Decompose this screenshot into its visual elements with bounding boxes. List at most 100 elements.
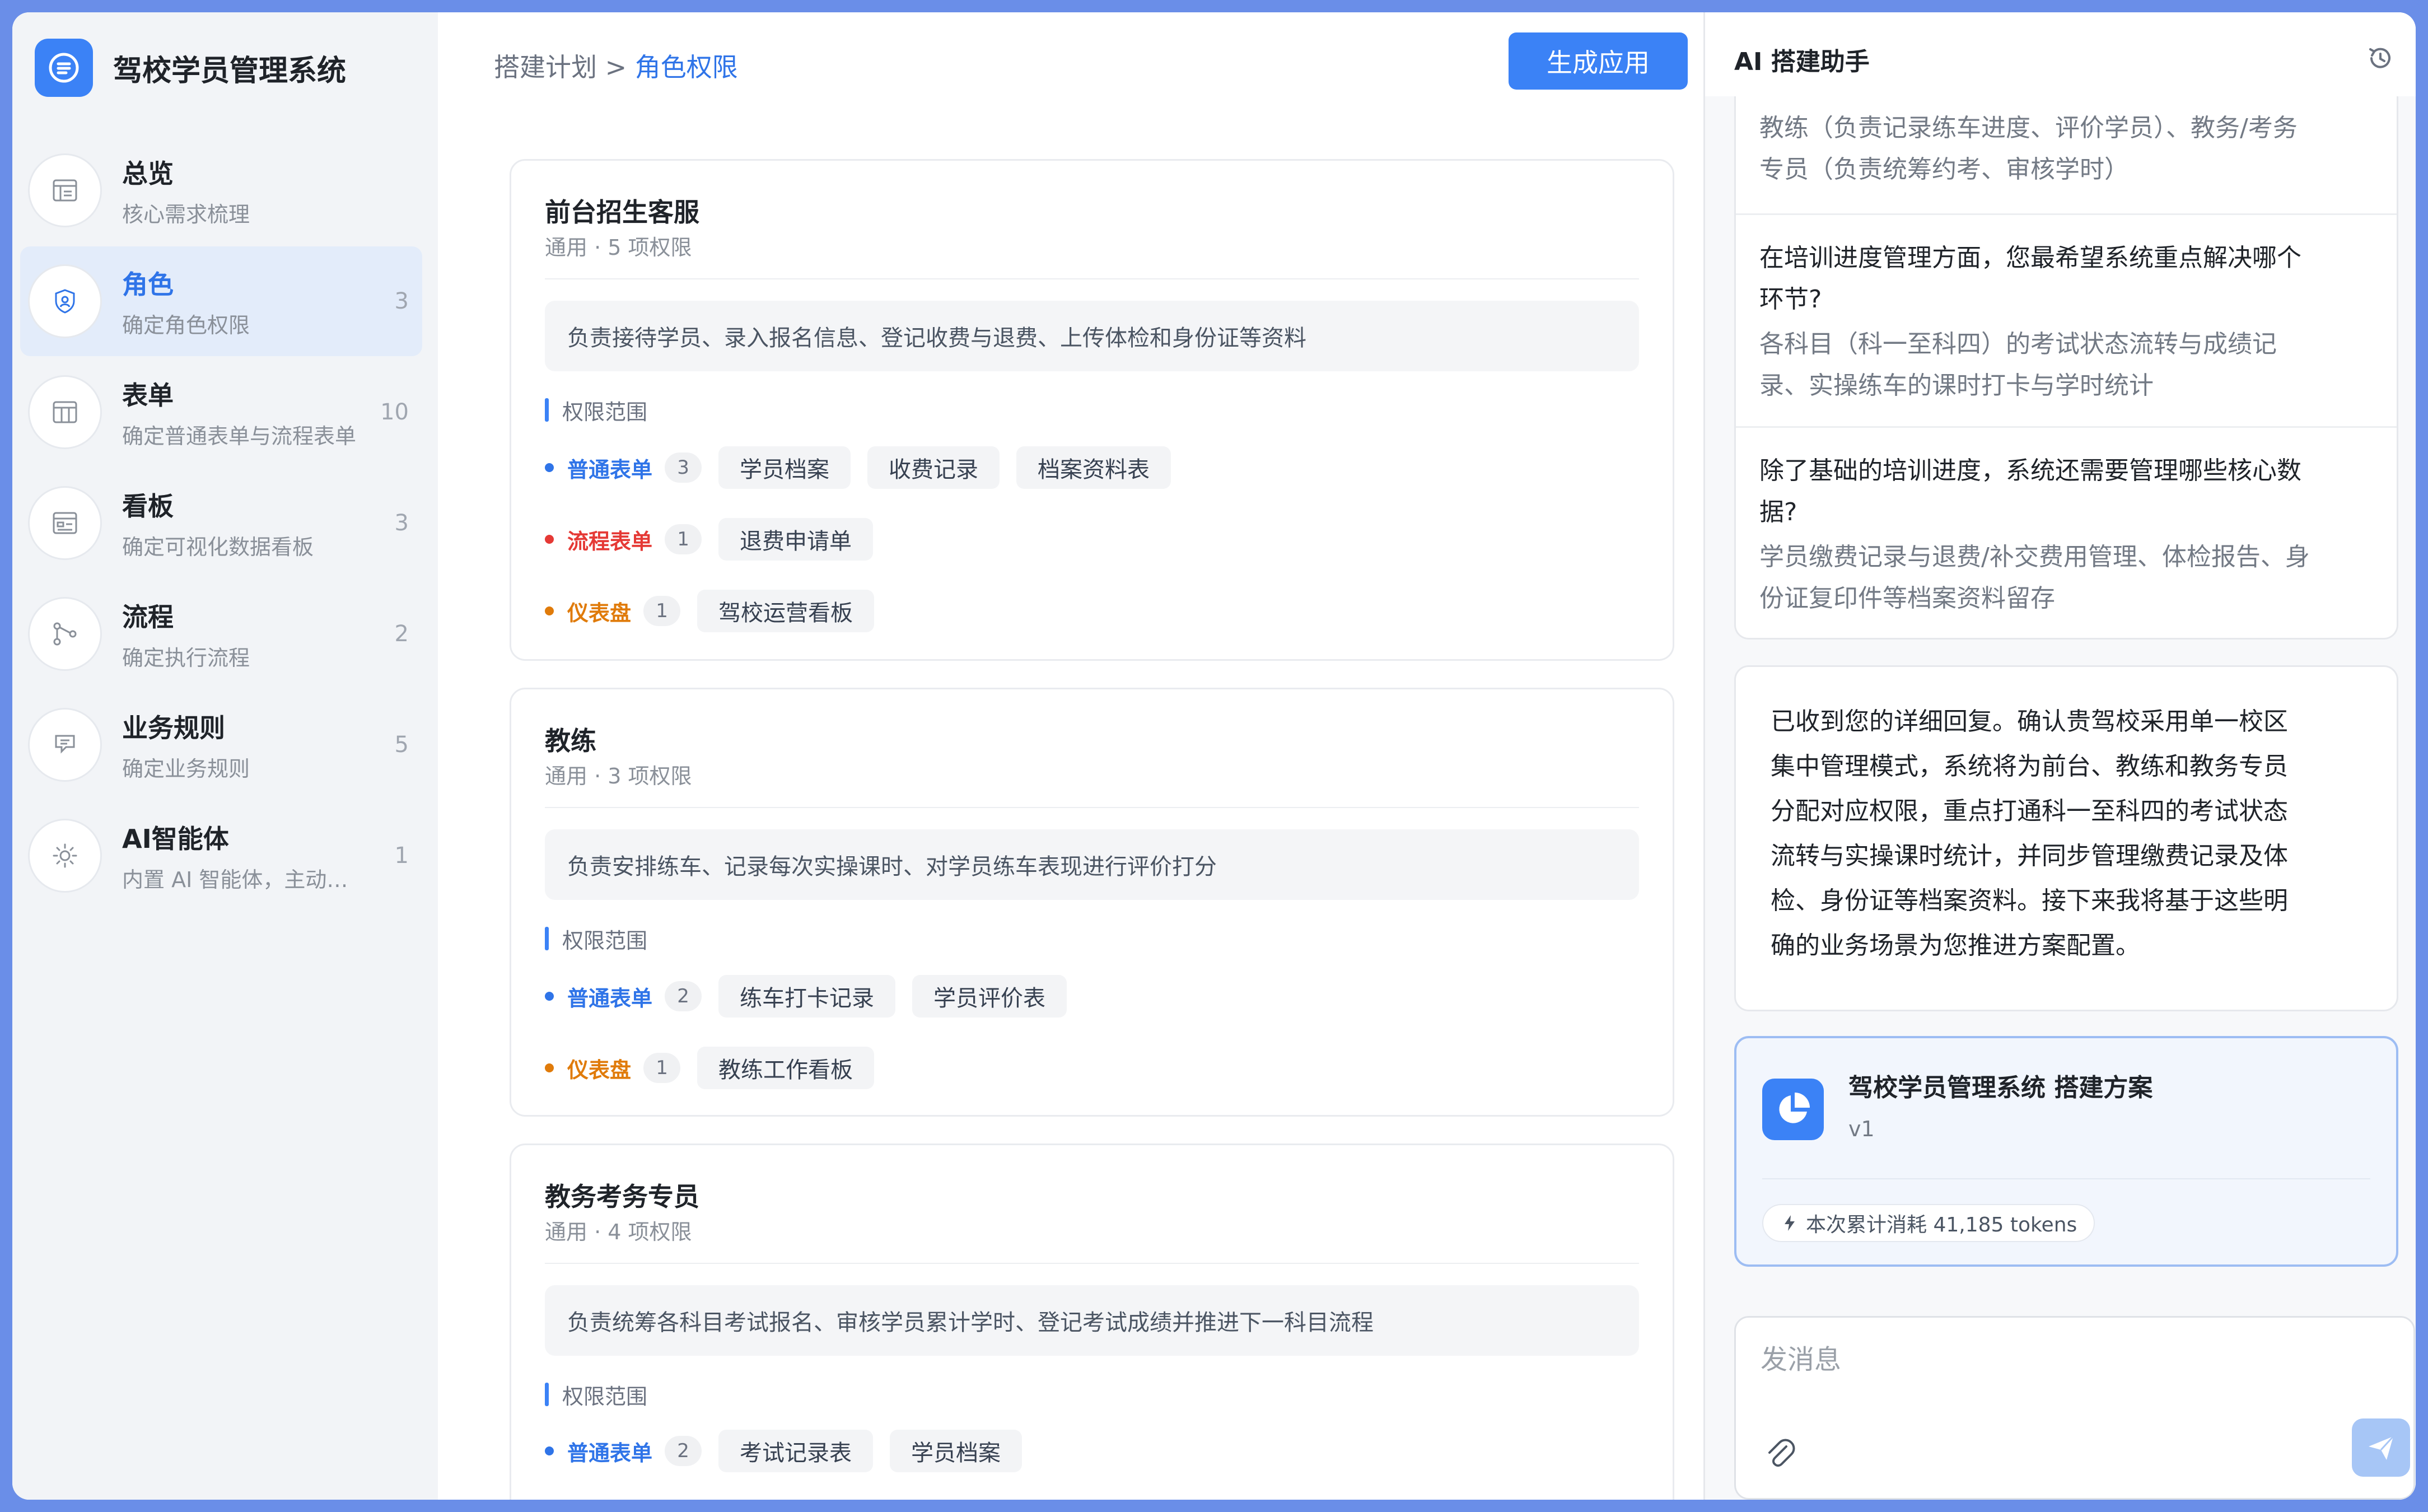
qa-summary-card: 教练（负责记录练车进度、评价学员）、教务/考务 专员（负责统筹约考、审核学时） … xyxy=(1734,96,2398,640)
permission-chip[interactable]: 学员评价表 xyxy=(912,975,1067,1018)
main-content: 搭建计划 > 角色权限 生成应用 前台招生客服 通用 · 5 项权限 负责接待学… xyxy=(438,12,1737,1500)
sidebar-item-title: 角色 xyxy=(122,269,174,300)
permission-chip[interactable]: 退费申请单 xyxy=(718,518,874,561)
sidebar-item-flows[interactable]: 流程 确定执行流程 2 xyxy=(20,579,422,689)
reply-line: 确的业务场景为您推进方案配置。 xyxy=(1771,931,2140,960)
breadcrumb-parent[interactable]: 搭建计划 > xyxy=(494,52,627,82)
sidebar-item-rules[interactable]: 业务规则 确定业务规则 5 xyxy=(20,690,422,800)
sidebar-item-title: 表单 xyxy=(122,380,174,410)
role-title: 教务考务专员 xyxy=(545,1182,699,1212)
generate-app-button[interactable]: 生成应用 xyxy=(1509,32,1688,90)
brand: 驾校学员管理系统 xyxy=(35,37,346,99)
permission-type: 普通表单 xyxy=(567,457,653,482)
sidebar-item-count: 3 xyxy=(394,288,409,314)
history-icon[interactable] xyxy=(2364,41,2397,75)
sidebar-item-dashboards[interactable]: 看板 确定可视化数据看板 3 xyxy=(20,468,422,578)
reply-line: 流转与实操课时统计，并同步管理缴费记录及体 xyxy=(1771,842,2288,870)
role-description: 负责统筹各科目考试报名、审核学员累计学时、登记考试成绩并推进下一科目流程 xyxy=(545,1285,1639,1356)
qa-answer-line: 份证复印件等档案资料留存 xyxy=(1759,584,2055,613)
pie-chart-icon xyxy=(1762,1079,1824,1140)
status-dot xyxy=(545,606,554,615)
permission-chip[interactable]: 练车打卡记录 xyxy=(718,975,896,1018)
scope-label: 权限范围 xyxy=(545,396,647,424)
permission-chip[interactable]: 学员档案 xyxy=(718,446,851,489)
app-window: 驾校学员管理系统 总览 核心需求梳理 角色 确定角色权限 3 表单 确定普通表单… xyxy=(12,12,2416,1500)
role-meta: 通用 · 3 项权限 xyxy=(545,764,692,788)
rule-icon xyxy=(28,708,102,782)
qa-answer-line: 录、实操练车的课时打卡与学时统计 xyxy=(1759,371,2154,400)
permission-row: 普通表单 2 考试记录表 学员档案 xyxy=(545,1430,1022,1472)
breadcrumb-current: 角色权限 xyxy=(634,52,738,82)
paperclip-icon[interactable] xyxy=(1761,1434,1800,1473)
table-icon xyxy=(28,375,102,449)
sidebar-item-count: 1 xyxy=(394,843,409,869)
status-dot xyxy=(545,535,554,544)
status-dot xyxy=(545,463,554,472)
role-card[interactable]: 教务考务专员 通用 · 4 项权限 负责统筹各科目考试报名、审核学员累计学时、登… xyxy=(510,1144,1674,1500)
send-button[interactable] xyxy=(2352,1418,2410,1477)
qa-answer-line: 教练（负责记录练车进度、评价学员）、教务/考务 xyxy=(1759,114,2298,142)
role-meta: 通用 · 4 项权限 xyxy=(545,1220,692,1244)
sidebar-item-title: 业务规则 xyxy=(122,712,225,743)
permission-chip[interactable]: 考试记录表 xyxy=(718,1430,874,1472)
ai-agent-icon xyxy=(28,819,102,893)
role-card[interactable]: 前台招生客服 通用 · 5 项权限 负责接待学员、录入报名信息、登记收费与退费、… xyxy=(510,159,1674,661)
permission-chip[interactable]: 收费记录 xyxy=(867,446,1000,489)
plan-title: 驾校学员管理系统 搭建方案 xyxy=(1848,1074,2153,1102)
role-title: 教练 xyxy=(545,726,596,756)
qa-question-line: 据? xyxy=(1759,498,1797,526)
permission-count: 2 xyxy=(665,1436,702,1466)
assistant-reply-message: 已收到您的详细回复。确认贵驾校采用单一校区 集中管理模式，系统将为前台、教练和教… xyxy=(1734,665,2398,1011)
reply-line: 检、身份证等档案资料。接下来我将基于这些明 xyxy=(1771,886,2288,915)
permission-chip[interactable]: 教练工作看板 xyxy=(697,1047,875,1089)
permission-chip[interactable]: 驾校运营看板 xyxy=(697,590,875,632)
sidebar-item-count: 5 xyxy=(394,732,409,758)
divider xyxy=(545,807,1639,808)
sidebar-item-subtitle: 确定角色权限 xyxy=(122,312,250,338)
scope-label: 权限范围 xyxy=(545,1380,647,1409)
sidebar-item-count: 10 xyxy=(380,399,409,425)
permission-row: 普通表单 3 学员档案 收费记录 档案资料表 xyxy=(545,446,1171,489)
app-name: 驾校学员管理系统 xyxy=(113,54,347,88)
sidebar-item-forms[interactable]: 表单 确定普通表单与流程表单 10 xyxy=(20,357,422,467)
message-composer xyxy=(1734,1316,2415,1500)
role-meta: 通用 · 5 项权限 xyxy=(545,235,692,260)
qa-answer-line: 专员（负责统筹约考、审核学时） xyxy=(1759,155,2129,184)
permission-count: 2 xyxy=(665,981,702,1011)
role-shield-icon xyxy=(28,264,102,338)
plan-version: v1 xyxy=(1848,1117,1875,1141)
permission-row: 仪表盘 1 驾校运营看板 xyxy=(545,590,875,632)
divider xyxy=(545,1263,1639,1264)
dashboard-icon xyxy=(28,486,102,560)
sidebar-item-title: 看板 xyxy=(122,491,174,521)
lightning-icon xyxy=(1785,1215,1795,1231)
role-description: 负责安排练车、记录每次实操课时、对学员练车表现进行评价打分 xyxy=(545,829,1639,900)
panel-title: AI 搭建助手 xyxy=(1734,48,1870,76)
permission-row: 普通表单 2 练车打卡记录 学员评价表 xyxy=(545,975,1067,1018)
permission-chip[interactable]: 学员档案 xyxy=(890,1430,1022,1472)
divider xyxy=(1762,1178,2370,1179)
qa-question-line: 环节? xyxy=(1759,285,1822,314)
reply-line: 集中管理模式，系统将为前台、教练和教务专员 xyxy=(1771,752,2288,781)
sidebar-item-subtitle: 确定执行流程 xyxy=(122,645,250,670)
role-card[interactable]: 教练 通用 · 3 项权限 负责安排练车、记录每次实操课时、对学员练车表现进行评… xyxy=(510,688,1674,1117)
sidebar-item-roles[interactable]: 角色 确定角色权限 3 xyxy=(20,246,422,356)
permission-chip[interactable]: 档案资料表 xyxy=(1016,446,1171,489)
qa-item: 在培训进度管理方面，您最希望系统重点解决哪个 环节? 各科目（科一至科四）的考试… xyxy=(1736,215,2397,428)
sidebar-item-subtitle: 确定普通表单与流程表单 xyxy=(122,423,357,449)
sidebar-item-subtitle: 核心需求梳理 xyxy=(122,202,250,227)
permission-count: 3 xyxy=(665,452,702,483)
qa-question-line: 除了基础的培训进度，系统还需要管理哪些核心数 xyxy=(1759,456,2301,485)
build-plan-card[interactable]: 驾校学员管理系统 搭建方案 v1 本次累计消耗 41,185 tokens xyxy=(1734,1036,2398,1267)
role-title: 前台招生客服 xyxy=(545,197,699,227)
sidebar-item-count: 2 xyxy=(394,621,409,647)
message-input[interactable] xyxy=(1761,1340,2376,1379)
sidebar-item-ai-agent[interactable]: AI智能体 内置 AI 智能体，主动执行任务 1 xyxy=(20,801,422,911)
sidebar-item-overview[interactable]: 总览 核心需求梳理 xyxy=(20,136,422,245)
permission-count: 1 xyxy=(643,1053,681,1083)
sidebar-item-title: 流程 xyxy=(122,601,174,632)
qa-question-line: 在培训进度管理方面，您最希望系统重点解决哪个 xyxy=(1759,244,2301,272)
status-dot xyxy=(545,1446,554,1455)
divider xyxy=(545,278,1639,279)
qa-item: 除了基础的培训进度，系统还需要管理哪些核心数 据? 学员缴费记录与退费/补交费用… xyxy=(1736,428,2397,638)
